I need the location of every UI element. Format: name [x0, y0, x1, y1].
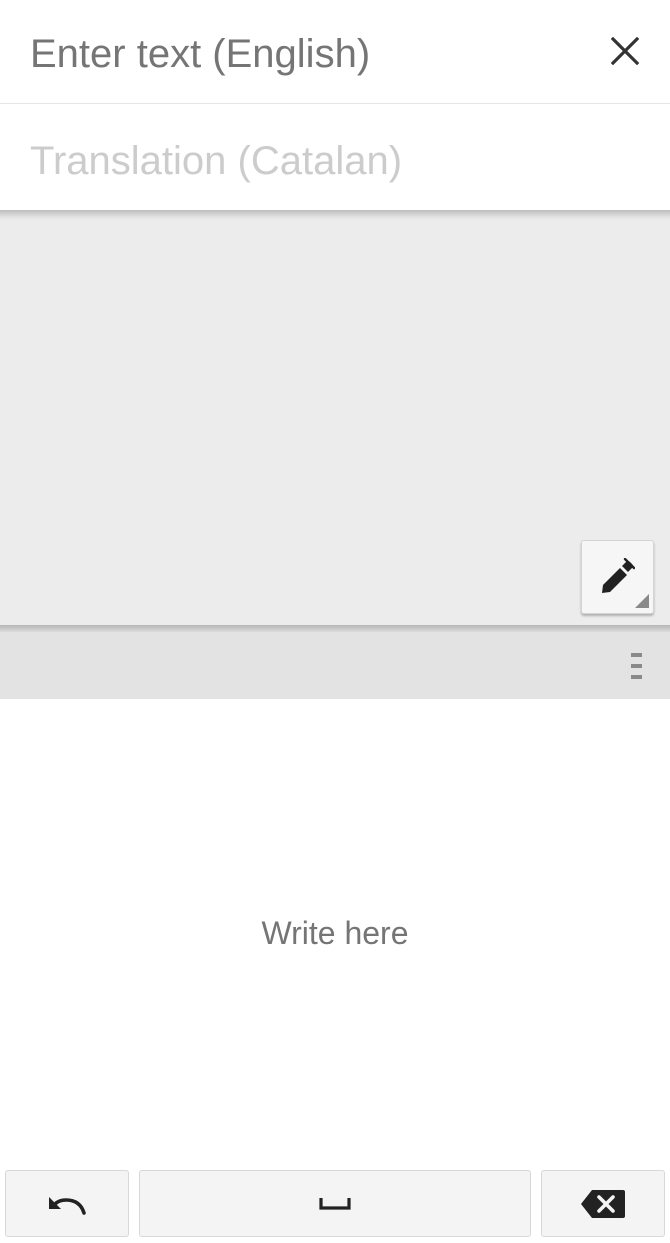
space-button[interactable]	[139, 1170, 531, 1237]
results-area	[0, 220, 670, 625]
pen-icon	[602, 558, 635, 593]
space-icon	[319, 1197, 351, 1210]
backspace-button[interactable]	[541, 1170, 665, 1237]
expand-corner-icon	[635, 594, 649, 608]
translation-text: Translation (Catalan)	[30, 139, 403, 183]
pen-button[interactable]	[581, 540, 654, 614]
translation-row: Translation (Catalan)	[0, 105, 670, 210]
write-here-hint: Write here	[261, 915, 409, 951]
menu-icon[interactable]	[631, 653, 645, 679]
translate-handwriting-screen: Enter text (English) Translation (Catala…	[0, 0, 670, 1243]
handwriting-canvas[interactable]: Write here	[0, 699, 670, 1165]
divider-shadow	[0, 625, 670, 632]
source-text-input[interactable]: Enter text (English)	[30, 28, 370, 80]
backspace-icon	[581, 1189, 625, 1218]
close-icon	[611, 37, 639, 65]
divider-shadow	[0, 210, 670, 220]
undo-icon	[49, 1196, 86, 1215]
source-input-row: Enter text (English)	[0, 0, 670, 104]
handwriting-toolbar	[0, 632, 670, 699]
close-button[interactable]	[596, 22, 654, 80]
undo-button[interactable]	[5, 1170, 129, 1237]
